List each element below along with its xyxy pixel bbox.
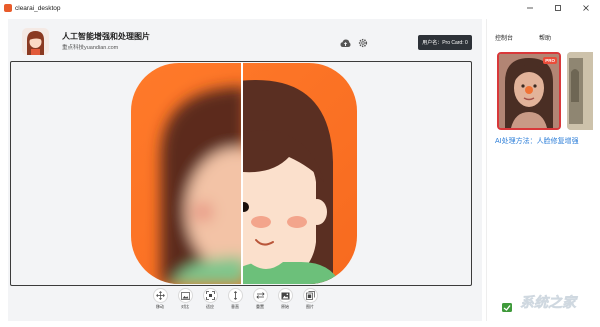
page-title: 人工智能增强和处理图片: [62, 32, 150, 41]
page-subtitle: 重点科技yuandian.com: [62, 45, 119, 51]
gallery-icon[interactable]: [302, 288, 318, 303]
tool-label: 重置: [256, 304, 264, 309]
face-photo-image: [499, 54, 559, 128]
tool-move[interactable]: 移动: [150, 288, 170, 310]
main-panel: 人工智能增强和处理图片 重点科技yuandian.com 用户名：Pro Car…: [8, 19, 482, 321]
window-title: clearai_desktop: [15, 4, 61, 12]
tool-label: 垂直: [231, 304, 239, 309]
gear-icon[interactable]: [356, 36, 370, 50]
method-thumbnail-strip: PRO: [497, 52, 593, 131]
close-icon[interactable]: [572, 0, 600, 16]
tool-label: 移动: [156, 304, 164, 309]
compare-icon[interactable]: [177, 288, 193, 303]
app-logo-icon: [4, 4, 12, 12]
cloud-upload-icon[interactable]: [338, 36, 352, 50]
thumbnail-old-photo[interactable]: [567, 52, 593, 130]
watermark-logo: 系统之家: [495, 291, 578, 312]
bottom-toolbar: 移动 对比 适应 垂直 重置 原始 图片: [150, 288, 320, 310]
maximize-icon[interactable]: [544, 0, 572, 16]
tool-compare[interactable]: 对比: [175, 288, 195, 310]
image-icon[interactable]: [277, 288, 293, 303]
window-title-bar: clearai_desktop: [0, 0, 600, 16]
tool-label: 图片: [306, 304, 314, 309]
side-panel: 控制台 帮助 PRO AI处理方法：人脸修复增强: [486, 19, 593, 321]
tab-console[interactable]: 控制台: [495, 33, 513, 42]
move-icon[interactable]: [152, 288, 168, 303]
site-watermark: 系统之家: [494, 285, 594, 315]
compare-image: [131, 62, 357, 285]
tool-original[interactable]: 原始: [275, 288, 295, 310]
tool-vertical[interactable]: 垂直: [225, 288, 245, 310]
side-tabs: 控制台 帮助: [495, 33, 551, 42]
pro-badge: PRO: [543, 57, 557, 64]
tool-label: 适应: [206, 304, 214, 309]
tool-fit[interactable]: 适应: [200, 288, 220, 310]
tool-label: 原始: [281, 304, 289, 309]
tool-swap[interactable]: 重置: [250, 288, 270, 310]
tool-gallery[interactable]: 图片: [300, 288, 320, 310]
app-avatar-logo: [22, 28, 49, 55]
image-compare-canvas[interactable]: [10, 61, 472, 286]
fit-icon[interactable]: [202, 288, 218, 303]
vertical-split-icon[interactable]: [227, 288, 243, 303]
minimize-icon[interactable]: [516, 0, 544, 16]
thumbnail-face-restore[interactable]: PRO: [497, 52, 561, 130]
window-controls: [516, 0, 600, 16]
tool-label: 对比: [181, 304, 189, 309]
watermark-text: 系统之家: [520, 294, 578, 310]
swap-icon[interactable]: [252, 288, 268, 303]
user-account-button[interactable]: 用户名：Pro Card: 0: [418, 35, 472, 50]
tab-help[interactable]: 帮助: [539, 33, 551, 42]
old-photo-image: [567, 52, 593, 130]
method-caption[interactable]: AI处理方法：人脸修复增强: [495, 137, 587, 147]
